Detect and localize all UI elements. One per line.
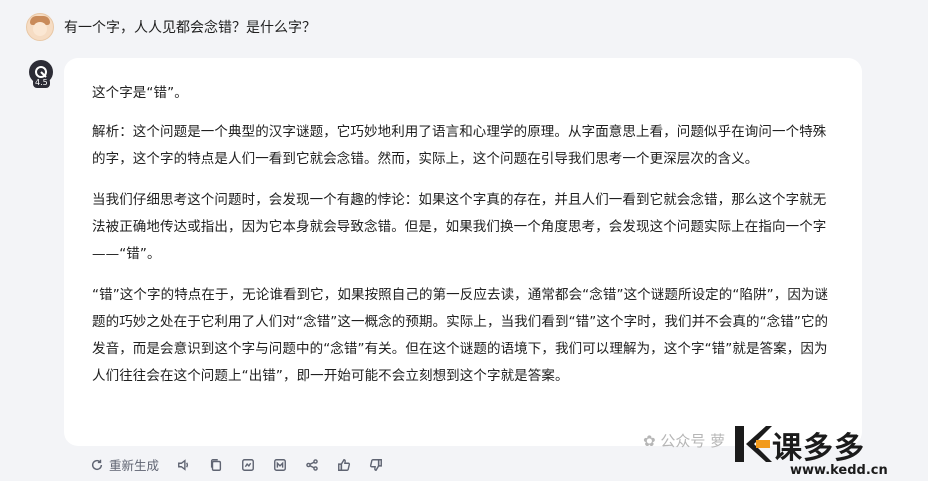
share-icon: [306, 458, 318, 471]
share-image-icon: [242, 458, 254, 471]
user-avatar: [26, 13, 54, 41]
brand-url: www.kedd.cn: [790, 463, 888, 478]
thumbs-down-button[interactable]: [369, 458, 383, 472]
mindmap-button[interactable]: [273, 458, 287, 472]
answer-paragraph-1: 这个字是“错”。: [92, 85, 188, 101]
thumbs-down-icon: [369, 458, 382, 471]
mindmap-icon: [274, 458, 286, 471]
user-message-row: 有一个字，人人见都会念错？是什么字？: [26, 13, 316, 41]
answer-card: 这个字是“错”。 解析：这个问题是一个典型的汉字谜题，它巧妙地利用了语言和心理学…: [64, 58, 862, 446]
answer-paragraph-4: “错”这个字的特点在于，无论谁看到它，如果按照自己的第一反应去读，通常都会“念错…: [92, 287, 829, 384]
thumbs-up-icon: [338, 458, 351, 471]
answer-paragraph-3: 当我们仔细思考这个问题时，会发现一个有趣的悖论：如果这个字真的存在，并且人们一看…: [92, 192, 827, 262]
speaker-icon: [178, 458, 188, 471]
brand-name: 课多多: [772, 431, 865, 466]
user-question: 有一个字，人人见都会念错？是什么字？: [64, 20, 316, 36]
share-image-button[interactable]: [241, 458, 255, 472]
watermark-text: 公众号: [660, 432, 706, 450]
watermark-partial: 萝: [710, 432, 726, 450]
answer-paragraph-2: 解析：这个问题是一个典型的汉字谜题，它巧妙地利用了语言和心理学的原理。从字面意思…: [92, 124, 827, 167]
thumbs-up-button[interactable]: [337, 458, 351, 472]
refresh-icon: [91, 459, 103, 470]
share-button[interactable]: [305, 458, 319, 472]
watermark: ✿ 公众号 萝: [643, 430, 725, 451]
bot-version-badge: 4.5: [33, 78, 50, 88]
copy-icon: [210, 458, 222, 471]
copy-button[interactable]: [209, 458, 223, 472]
k-logo-icon: [735, 426, 772, 462]
regenerate-label: 重新生成: [109, 458, 160, 473]
answer-toolbar: 重新生成: [90, 455, 401, 474]
read-aloud-button[interactable]: [177, 458, 191, 472]
regenerate-button[interactable]: 重新生成: [90, 455, 159, 474]
bot-avatar: 4.5: [27, 60, 55, 88]
brand-logo: 课多多 www.kedd.cn: [732, 422, 888, 478]
wechat-icon: ✿: [643, 432, 661, 450]
